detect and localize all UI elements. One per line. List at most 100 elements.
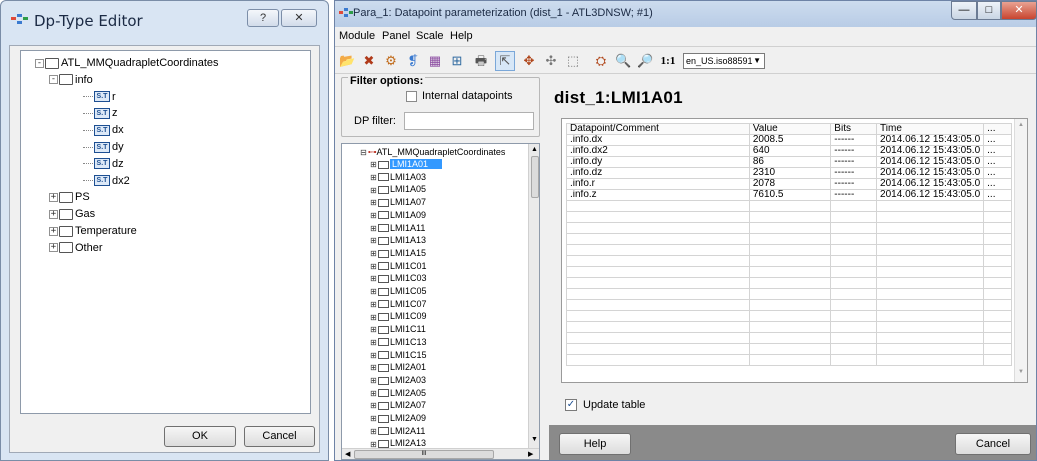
- tree-node[interactable]: ⊞ LMI1A03: [370, 171, 426, 183]
- pan-icon[interactable]: ✣: [543, 53, 559, 69]
- tree-node[interactable]: ⊞ LMI1A05: [370, 183, 426, 195]
- expand-icon[interactable]: ⊞: [370, 377, 377, 385]
- menu-help[interactable]: Help: [450, 30, 473, 42]
- expand-icon[interactable]: ⊞: [370, 237, 377, 245]
- column-header[interactable]: Time: [876, 123, 985, 135]
- column-header[interactable]: Value: [748, 123, 832, 135]
- column-header[interactable]: Bits: [830, 123, 878, 135]
- frame-icon[interactable]: ⬚: [565, 53, 581, 69]
- expand-icon[interactable]: ⊞: [370, 313, 377, 321]
- tree-node[interactable]: ⊞ LMI1A01: [370, 158, 443, 170]
- minimize-icon[interactable]: —: [951, 1, 977, 20]
- tree-node[interactable]: S.T z: [83, 105, 118, 121]
- table-row[interactable]: .info.dy 86 ------ 2014.06.12 15:43:05.0...: [566, 156, 1012, 168]
- update-table-checkbox[interactable]: ✓: [565, 399, 577, 411]
- cancel-button[interactable]: Cancel: [955, 433, 1031, 455]
- horizontal-scrollbar[interactable]: ◀ III ▶: [342, 448, 539, 459]
- tree-node[interactable]: ⊞ LMI2A11: [370, 425, 425, 437]
- expand-icon[interactable]: +: [49, 226, 58, 236]
- scroll-left-icon[interactable]: ◀: [345, 450, 350, 458]
- collapse-icon[interactable]: -: [35, 58, 44, 68]
- tree-node[interactable]: ⊞ LMI2A07: [370, 399, 426, 411]
- tree-node[interactable]: + Other: [49, 240, 103, 256]
- tree-node[interactable]: S.T dz: [83, 156, 124, 172]
- expand-icon[interactable]: ⊞: [370, 402, 377, 410]
- config-icon[interactable]: ⚙: [383, 53, 399, 69]
- help-button[interactable]: Help: [559, 433, 631, 455]
- select-pointer-icon[interactable]: ⇱: [495, 51, 515, 71]
- table-row[interactable]: .info.dx 2008.5 ------ 2014.06.12 15:43:05.…: [566, 134, 1012, 146]
- zoom-out-icon[interactable]: 🔎: [637, 53, 653, 69]
- expand-icon[interactable]: ⊞: [370, 300, 377, 308]
- tree-node[interactable]: ⊞ LMI2A05: [370, 387, 426, 399]
- table-row[interactable]: .info.dz 2310 ------ 2014.06.12 15:43:05.0.…: [566, 167, 1012, 179]
- column-header[interactable]: ...: [983, 123, 1012, 135]
- column-header[interactable]: Datapoint/Comment: [566, 123, 750, 135]
- internal-datapoints-checkbox[interactable]: [406, 91, 417, 102]
- close-icon[interactable]: ✕: [1001, 1, 1037, 20]
- tree-node[interactable]: ⊞ LMI1A11: [370, 222, 425, 234]
- expand-icon[interactable]: ⊞: [370, 199, 377, 207]
- dialog-titlebar[interactable]: Dp-Type Editor ? ✕: [1, 1, 328, 45]
- tree-node[interactable]: S.T dy: [83, 139, 124, 155]
- settings-icon[interactable]: ⛭: [593, 53, 609, 69]
- tree-node[interactable]: ⊞ LMI1C07: [370, 298, 426, 310]
- dp-type-icon[interactable]: ❡: [405, 53, 421, 69]
- tree-node[interactable]: ⊞ LMI1C03: [370, 272, 426, 284]
- expand-icon[interactable]: ⊞: [370, 186, 377, 194]
- print-icon[interactable]: 🖶: [473, 53, 489, 69]
- dp-filter-input[interactable]: [404, 112, 534, 130]
- tree-node[interactable]: ⊞ LMI1C05: [370, 285, 426, 297]
- window-titlebar[interactable]: Para_1: Datapoint parameterization (dist…: [335, 1, 1037, 27]
- expand-icon[interactable]: ⊞: [370, 224, 377, 232]
- tree-node[interactable]: + PS: [49, 189, 90, 205]
- expand-icon[interactable]: ⊞: [370, 275, 377, 283]
- maximize-icon[interactable]: □: [977, 1, 1001, 20]
- tree-node[interactable]: - info: [49, 72, 93, 88]
- scroll-up-icon[interactable]: ▲: [531, 146, 538, 153]
- tree-node[interactable]: - ATL_MMQuadrapletCoordinates: [35, 55, 219, 71]
- expand-icon[interactable]: ⊞: [370, 211, 377, 219]
- tree-node[interactable]: S.T dx2: [83, 173, 130, 189]
- tree-root-node[interactable]: ⊟▪▫▪ATL_MMQuadrapletCoordinates: [360, 146, 505, 158]
- expand-icon[interactable]: ⊞: [370, 427, 377, 435]
- scroll-right-icon[interactable]: ▶: [528, 450, 533, 458]
- help-button[interactable]: ?: [247, 9, 279, 27]
- tree-node[interactable]: ⊞ LMI1C13: [370, 336, 426, 348]
- tree-node[interactable]: S.T dx: [83, 122, 124, 138]
- cancel-button[interactable]: Cancel: [244, 426, 315, 447]
- collapse-icon[interactable]: ⊟: [360, 149, 367, 157]
- expand-icon[interactable]: ⊞: [370, 262, 377, 270]
- scroll-thumb-h[interactable]: III: [354, 450, 494, 459]
- zoom-in-icon[interactable]: 🔍: [615, 53, 631, 69]
- tree-node[interactable]: S.T r: [83, 89, 116, 105]
- expand-icon[interactable]: +: [49, 243, 58, 253]
- locale-select[interactable]: en_US.iso88591 ▼: [683, 53, 765, 69]
- table-vertical-scrollbar[interactable]: ▲ ▼: [1014, 119, 1027, 382]
- tree-node[interactable]: ⊞ LMI1C11: [370, 323, 426, 335]
- expand-icon[interactable]: ⊞: [370, 161, 377, 169]
- table-row[interactable]: .info.r 2078 ------ 2014.06.12 15:43:05.0..…: [566, 178, 1012, 190]
- zoom-1-1-button[interactable]: 1:1: [657, 53, 679, 69]
- grid-icon[interactable]: ▦: [427, 53, 443, 69]
- tree-node[interactable]: ⊞ LMI1C01: [370, 260, 426, 272]
- tree-node[interactable]: ⊞ LMI2A03: [370, 374, 426, 386]
- expand-icon[interactable]: ⊞: [370, 173, 377, 181]
- scroll-down-icon[interactable]: ▼: [1018, 369, 1024, 375]
- expand-icon[interactable]: ⊞: [370, 440, 377, 448]
- expand-icon[interactable]: ⊞: [370, 364, 377, 372]
- move-icon[interactable]: ✥: [521, 53, 537, 69]
- datapoint-tree[interactable]: ⊟▪▫▪ATL_MMQuadrapletCoordinates ⊞ LMI1A01 ⊞…: [341, 143, 540, 460]
- ok-button[interactable]: OK: [164, 426, 236, 447]
- collapse-icon[interactable]: -: [49, 75, 58, 85]
- delete-icon[interactable]: ✖: [361, 53, 377, 69]
- scroll-up-icon[interactable]: ▲: [1018, 122, 1024, 128]
- scroll-thumb[interactable]: [531, 156, 539, 198]
- table-row[interactable]: .info.z 7610.5 ------ 2014.06.12 15:43:05.0…: [566, 189, 1012, 201]
- table-row[interactable]: .info.dx2 640 ------ 2014.06.12 15:43:05.0.…: [566, 145, 1012, 157]
- tree-node[interactable]: ⊞ LMI2A01: [370, 361, 426, 373]
- close-icon[interactable]: ✕: [281, 9, 317, 27]
- expand-icon[interactable]: +: [49, 209, 58, 219]
- expand-icon[interactable]: ⊞: [370, 288, 377, 296]
- expand-icon[interactable]: ⊞: [370, 351, 377, 359]
